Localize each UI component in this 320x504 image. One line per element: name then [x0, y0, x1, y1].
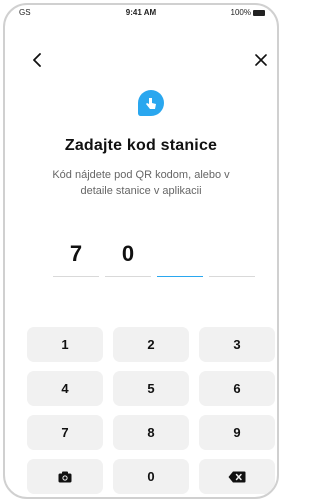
key-8[interactable]: 8	[113, 415, 189, 450]
status-bar: GS 9:41 AM 100%	[5, 5, 277, 19]
key-4[interactable]: 4	[27, 371, 103, 406]
battery-indicator: 100%	[231, 8, 265, 17]
key-0[interactable]: 0	[113, 459, 189, 494]
back-button[interactable]	[27, 50, 47, 70]
close-button[interactable]	[251, 50, 271, 70]
code-digit-2[interactable]: 0	[105, 237, 151, 277]
key-9[interactable]: 9	[199, 415, 275, 450]
key-7[interactable]: 7	[27, 415, 103, 450]
camera-button[interactable]	[27, 459, 103, 494]
battery-icon	[253, 9, 265, 16]
code-digit-value: 7	[69, 241, 83, 266]
key-2[interactable]: 2	[113, 327, 189, 362]
key-6[interactable]: 6	[199, 371, 275, 406]
code-digit-3[interactable]	[157, 237, 203, 277]
digit-underline	[53, 275, 99, 277]
code-digit-value: 0	[121, 241, 135, 266]
page-subtitle: Kód nájdete pod QR kodom, alebo v detail…	[5, 167, 277, 199]
page-title: Zadajte kod stanice	[64, 137, 218, 154]
close-icon	[255, 54, 267, 66]
subtitle-line-1: Kód nájdete pod QR kodom, alebo v	[52, 169, 230, 181]
hand-tap-icon	[146, 98, 156, 109]
key-5[interactable]: 5	[113, 371, 189, 406]
key-1[interactable]: 1	[27, 327, 103, 362]
backspace-icon	[228, 471, 246, 482]
code-digit-4[interactable]	[209, 237, 255, 277]
chevron-left-icon	[33, 53, 41, 67]
backspace-button[interactable]	[199, 459, 275, 494]
phone-frame: GS 9:41 AM 100% Zadajte kod stanice Kód …	[3, 3, 279, 499]
camera-icon	[58, 471, 72, 482]
app-logo	[138, 90, 164, 116]
code-digit-1[interactable]: 7	[53, 237, 99, 277]
station-code-input[interactable]: 7 0	[53, 237, 255, 279]
digit-underline-active	[157, 275, 203, 277]
subtitle-line-2: detaile stanice v aplikacii	[80, 185, 202, 197]
key-3[interactable]: 3	[199, 327, 275, 362]
digit-underline	[209, 275, 255, 277]
digit-underline	[105, 275, 151, 277]
battery-label: 100%	[230, 8, 251, 17]
